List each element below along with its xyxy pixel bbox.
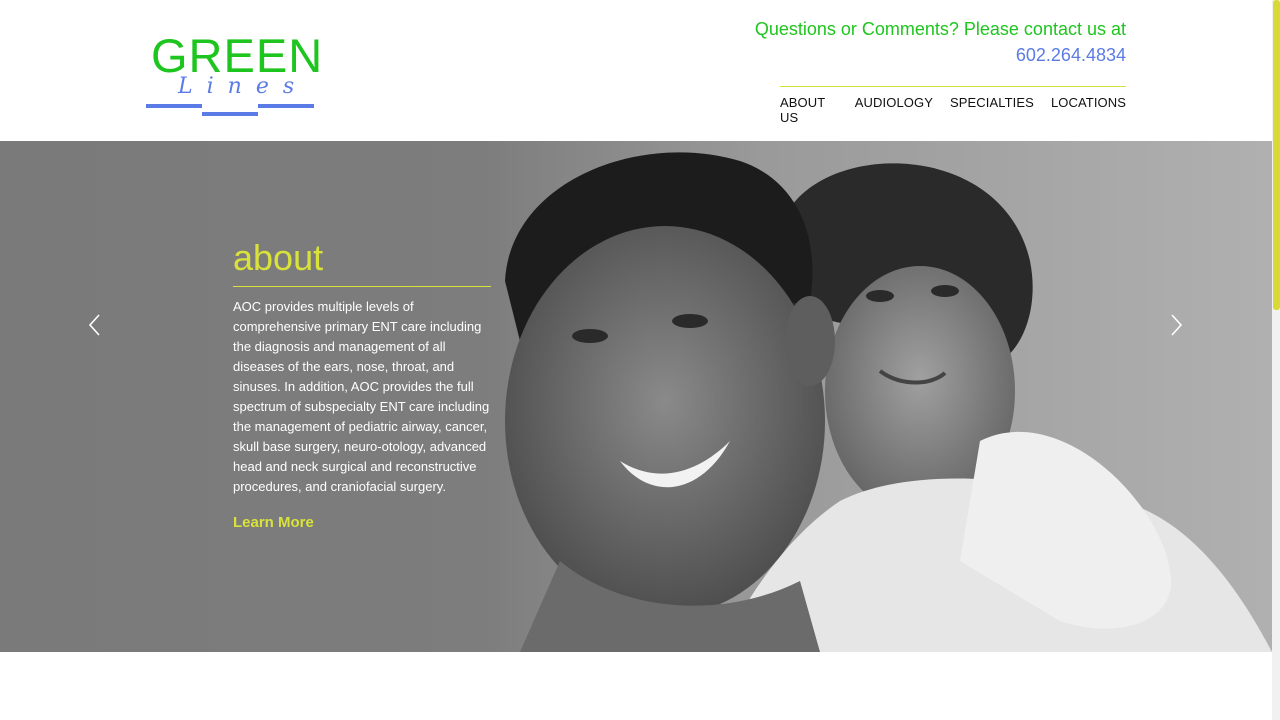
hero-content: about AOC provides multiple levels of co… [233,236,491,532]
logo-bar [258,104,314,108]
learn-more-link[interactable]: Learn More [233,514,314,531]
nav-item-audiology[interactable]: AUDIOLOGY [855,95,933,125]
logo-bar [202,112,258,116]
chevron-left-icon[interactable] [83,313,107,337]
site-logo[interactable]: GREEN Lines [146,32,322,122]
page-scrollbar[interactable] [1272,0,1280,720]
hero-slider: about AOC provides multiple levels of co… [0,141,1272,652]
scrollbar-thumb[interactable] [1273,0,1280,310]
contact-text: Questions or Comments? Please contact us… [754,19,1126,39]
chevron-right-icon[interactable] [1164,313,1188,337]
logo-wordmark: GREEN [151,29,324,82]
logo-script: Lines [178,74,309,99]
contact-phone-link[interactable]: 602.264.4834 [755,42,1126,68]
site-header: GREEN Lines Questions or Comments? Pleas… [0,0,1272,141]
nav-item-specialties[interactable]: SPECIALTIES [950,95,1034,125]
main-nav: ABOUT US AUDIOLOGY SPECIALTIES LOCATIONS [780,86,1126,125]
logo-bar [146,104,202,108]
nav-item-about-us[interactable]: ABOUT US [780,95,838,125]
hero-title: about [233,236,491,287]
nav-item-locations[interactable]: LOCATIONS [1051,95,1126,125]
hero-description: AOC provides multiple levels of comprehe… [233,299,490,494]
contact-info: Questions or Comments? Please contact us… [755,16,1126,68]
hero-photo [505,152,1272,652]
